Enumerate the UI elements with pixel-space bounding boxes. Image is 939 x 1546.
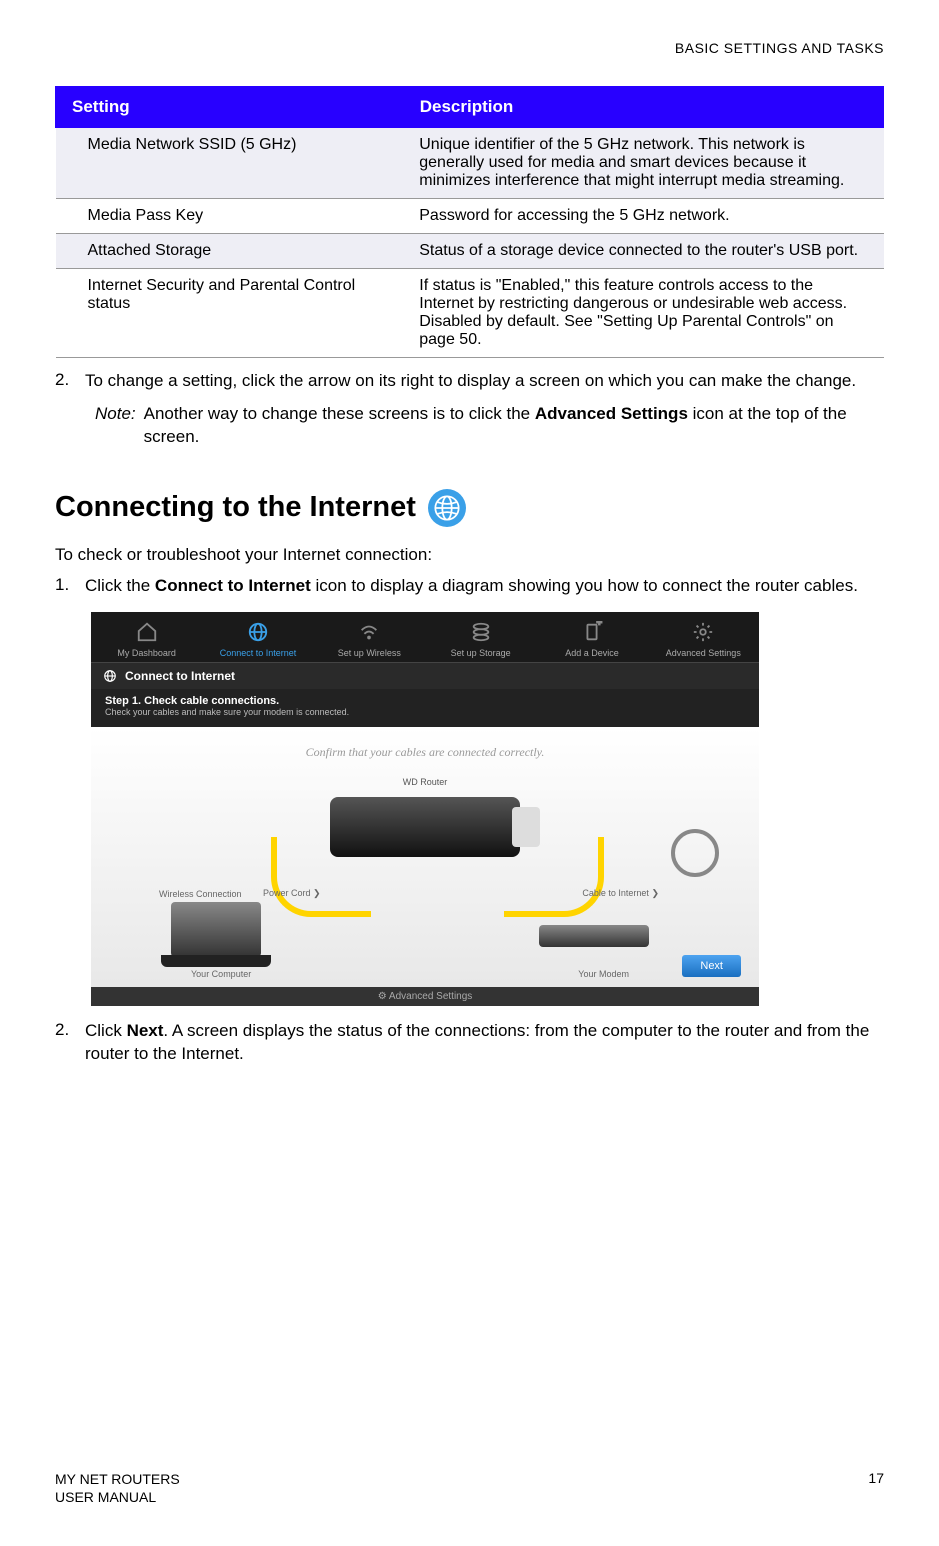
screenshot-body: Confirm that your cables are connected c…	[91, 727, 759, 987]
globe-illustration	[671, 829, 719, 877]
globe-icon	[103, 669, 117, 683]
home-icon	[132, 620, 162, 644]
screenshot-nav: My Dashboard Connect to Internet Set up …	[91, 612, 759, 662]
nav-connect[interactable]: Connect to Internet	[202, 620, 313, 658]
modem-illustration	[539, 925, 649, 947]
svg-text:+: +	[597, 621, 602, 628]
label-your-computer: Your Computer	[191, 969, 251, 979]
nav-advanced[interactable]: Advanced Settings	[648, 620, 759, 658]
lead-text: To check or troubleshoot your Internet c…	[55, 545, 884, 565]
nav-device[interactable]: + Add a Device	[536, 620, 647, 658]
nav-storage[interactable]: Set up Storage	[425, 620, 536, 658]
page-number: 17	[868, 1470, 884, 1506]
cell-setting: Media Network SSID (5 GHz)	[56, 128, 404, 199]
screenshot-subhead: Step 1. Check cable connections. Check y…	[91, 689, 759, 727]
step-num: 2.	[55, 1020, 85, 1066]
step-num: 1.	[55, 575, 85, 598]
step-2b: 2. Click Next. A screen displays the sta…	[55, 1020, 884, 1066]
th-setting: Setting	[56, 87, 404, 128]
cell-desc: Password for accessing the 5 GHz network…	[403, 199, 883, 234]
label-your-modem: Your Modem	[578, 969, 629, 979]
step-title: Step 1. Check cable connections.	[105, 695, 745, 707]
cell-setting: Attached Storage	[56, 234, 404, 269]
screenshot-titlebar: Connect to Internet	[91, 662, 759, 689]
footer-line2: USER MANUAL	[55, 1488, 180, 1506]
globe-icon	[428, 489, 466, 527]
label-wireless-conn: Wireless Connection	[159, 889, 242, 899]
confirm-text: Confirm that your cables are connected c…	[109, 745, 741, 760]
cell-setting: Internet Security and Parental Control s…	[56, 269, 404, 358]
note-label: Note:	[95, 403, 136, 449]
step-2: 2. To change a setting, click the arrow …	[55, 370, 884, 393]
label-power-cord: Power Cord ❯	[263, 888, 321, 899]
cable-right	[504, 837, 604, 917]
cell-desc: Unique identifier of the 5 GHz network. …	[403, 128, 883, 199]
settings-table: Setting Description Media Network SSID (…	[55, 86, 884, 358]
globe-icon	[243, 620, 273, 644]
step-text: Click the Connect to Internet icon to di…	[85, 575, 884, 598]
step-text: To change a setting, click the arrow on …	[85, 370, 884, 393]
footer-line1: MY NET ROUTERS	[55, 1470, 180, 1488]
cell-setting: Media Pass Key	[56, 199, 404, 234]
laptop-illustration	[171, 902, 261, 957]
section-heading: Connecting to the Internet	[55, 489, 884, 527]
page-header-section: BASIC SETTINGS AND TASKS	[55, 40, 884, 56]
page-footer: MY NET ROUTERS USER MANUAL 17	[55, 1470, 884, 1506]
connect-screenshot: My Dashboard Connect to Internet Set up …	[91, 612, 759, 1006]
nav-wireless[interactable]: Set up Wireless	[314, 620, 425, 658]
step-num: 2.	[55, 370, 85, 393]
nav-dashboard[interactable]: My Dashboard	[91, 620, 202, 658]
step-subtext: Check your cables and make sure your mod…	[105, 707, 745, 717]
cell-desc: If status is "Enabled," this feature con…	[403, 269, 883, 358]
step-text: Click Next. A screen displays the status…	[85, 1020, 884, 1066]
next-button[interactable]: Next	[682, 955, 741, 977]
storage-icon	[466, 620, 496, 644]
device-icon: +	[577, 620, 607, 644]
note-text: Another way to change these screens is t…	[144, 403, 884, 449]
cell-desc: Status of a storage device connected to …	[403, 234, 883, 269]
th-description: Description	[403, 87, 883, 128]
wifi-icon	[354, 620, 384, 644]
screenshot-footer[interactable]: ⚙ Advanced Settings	[91, 987, 759, 1006]
note: Note: Another way to change these screen…	[95, 403, 884, 449]
label-cable-internet: Cable to Internet ❯	[582, 888, 659, 899]
gear-icon	[688, 620, 718, 644]
step-1: 1. Click the Connect to Internet icon to…	[55, 575, 884, 598]
cable-left	[271, 837, 371, 917]
router-label: WD Router	[403, 777, 448, 787]
